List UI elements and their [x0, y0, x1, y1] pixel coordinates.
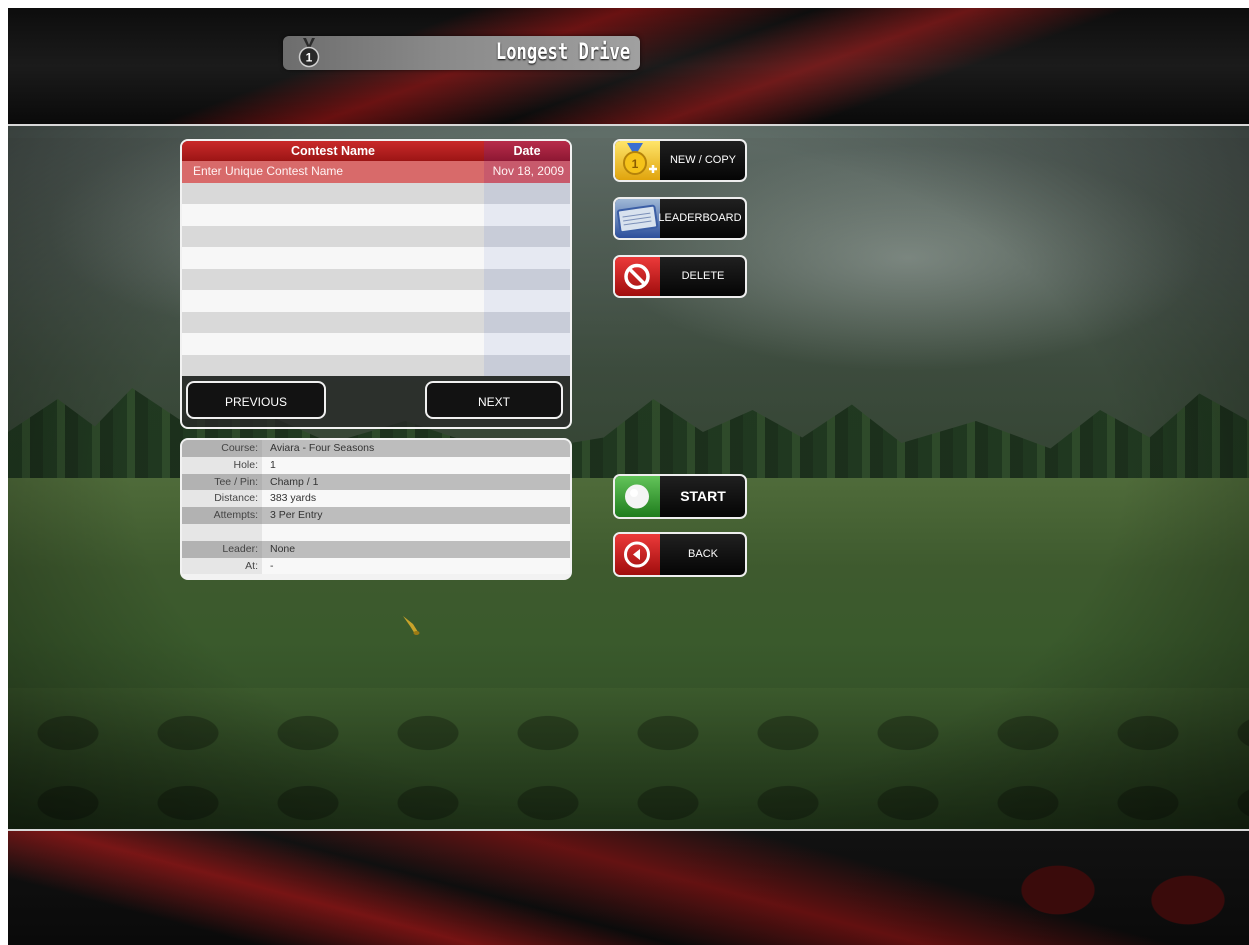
table-row[interactable] — [182, 268, 570, 291]
back-label: BACK — [688, 548, 718, 560]
detail-value: 383 yards — [270, 492, 317, 505]
contest-date-cell — [484, 204, 570, 226]
contest-name-cell — [182, 247, 484, 269]
detail-row-leader: Leader: None — [182, 540, 570, 558]
detail-label: Tee / Pin: — [182, 473, 262, 491]
contest-date-cell — [484, 268, 570, 290]
medal-number: 1 — [306, 51, 313, 65]
contest-date-cell — [484, 311, 570, 333]
column-header-date: Date — [484, 141, 570, 161]
table-header: Contest Name Date — [182, 141, 570, 161]
new-copy-button[interactable]: 1 NEW / COPY — [613, 139, 747, 182]
detail-row-spacer — [182, 523, 570, 541]
detail-label: Leader: — [182, 540, 262, 558]
detail-value: 3 Per Entry — [270, 509, 323, 522]
contest-details-panel: Course: Aviara - Four Seasons Hole: 1 Tee … — [180, 438, 572, 580]
table-row[interactable] — [182, 182, 570, 205]
start-button[interactable]: START — [613, 474, 747, 519]
contest-date-cell — [484, 225, 570, 247]
contest-name-cell — [182, 333, 484, 355]
contest-date-cell — [484, 182, 570, 204]
detail-row-at: At: - — [182, 557, 570, 575]
header-divider — [8, 124, 1249, 126]
next-button[interactable]: NEXT — [425, 381, 563, 419]
detail-label: Distance: — [182, 490, 262, 508]
table-row[interactable] — [182, 204, 570, 226]
table-row[interactable] — [182, 225, 570, 248]
table-row[interactable] — [182, 247, 570, 269]
leaderboard-label: LEADERBOARD — [658, 212, 742, 224]
title-bar: 1 Longest Drive — [283, 36, 640, 70]
detail-label: Hole: — [182, 456, 262, 474]
table-row[interactable] — [182, 333, 570, 355]
table-row[interactable]: Enter Unique Contest Name Nov 18, 2009 — [182, 161, 570, 183]
detail-label: At: — [182, 557, 262, 575]
medal-icon: 1 — [298, 38, 320, 68]
app-screen: 1 Longest Drive Contest Name Date Enter … — [8, 8, 1249, 945]
contest-date-cell — [484, 333, 570, 355]
detail-value: None — [270, 542, 296, 555]
contest-date-cell — [484, 290, 570, 312]
table-row[interactable] — [182, 290, 570, 312]
contest-name-cell — [182, 183, 484, 205]
contest-name-cell — [182, 269, 484, 291]
back-arrow-icon — [615, 534, 660, 575]
detail-label — [182, 523, 262, 541]
golf-ball-icon — [615, 476, 660, 517]
contest-list-panel: Contest Name Date Enter Unique Contest N… — [180, 139, 572, 429]
leaderboard-icon — [615, 199, 660, 238]
detail-row-tee-pin: Tee / Pin: Champ / 1 — [182, 473, 570, 491]
detail-value: - — [270, 559, 274, 572]
golf-tee-icon — [403, 616, 420, 635]
no-symbol-icon — [615, 257, 660, 296]
detail-value — [262, 524, 270, 541]
page-title: Longest Drive — [495, 40, 630, 65]
footer-band — [8, 830, 1249, 945]
detail-row-course: Course: Aviara - Four Seasons — [182, 440, 570, 457]
contest-name-cell — [182, 290, 484, 312]
detail-value: Champ / 1 — [270, 475, 319, 488]
delete-button[interactable]: DELETE — [613, 255, 747, 298]
column-header-contest-name: Contest Name — [290, 144, 376, 158]
contest-name-cell — [182, 355, 484, 377]
start-label: START — [680, 488, 726, 504]
previous-button[interactable]: PREVIOUS — [186, 381, 326, 419]
table-row[interactable] — [182, 354, 570, 377]
contest-date-cell — [484, 247, 570, 269]
new-copy-label: NEW / COPY — [669, 154, 736, 166]
detail-value: Aviara - Four Seasons — [270, 442, 375, 454]
contest-name-cell — [182, 226, 484, 248]
contest-rows: Enter Unique Contest Name Nov 18, 2009 — [182, 161, 570, 377]
contest-name-cell — [182, 204, 484, 226]
back-button[interactable]: BACK — [613, 532, 747, 577]
medal-plus-icon: 1 — [615, 141, 660, 180]
leaderboard-button[interactable]: LEADERBOARD — [613, 197, 747, 240]
detail-label: Course: — [182, 440, 262, 457]
detail-label: Attempts: — [182, 507, 262, 524]
contest-name-cell: Enter Unique Contest Name — [193, 164, 344, 178]
contest-name-cell — [182, 312, 484, 334]
detail-row-distance: Distance: 383 yards — [182, 490, 570, 508]
footer-divider — [8, 829, 1249, 831]
table-row[interactable] — [182, 311, 570, 334]
detail-row-attempts: Attempts: 3 Per Entry — [182, 507, 570, 524]
contest-date-cell: Nov 18, 2009 — [484, 161, 570, 183]
svg-text:1: 1 — [632, 157, 639, 171]
detail-value: 1 — [270, 458, 276, 471]
detail-row-hole: Hole: 1 — [182, 456, 570, 474]
delete-label: DELETE — [681, 270, 725, 282]
contest-date-cell — [484, 354, 570, 376]
